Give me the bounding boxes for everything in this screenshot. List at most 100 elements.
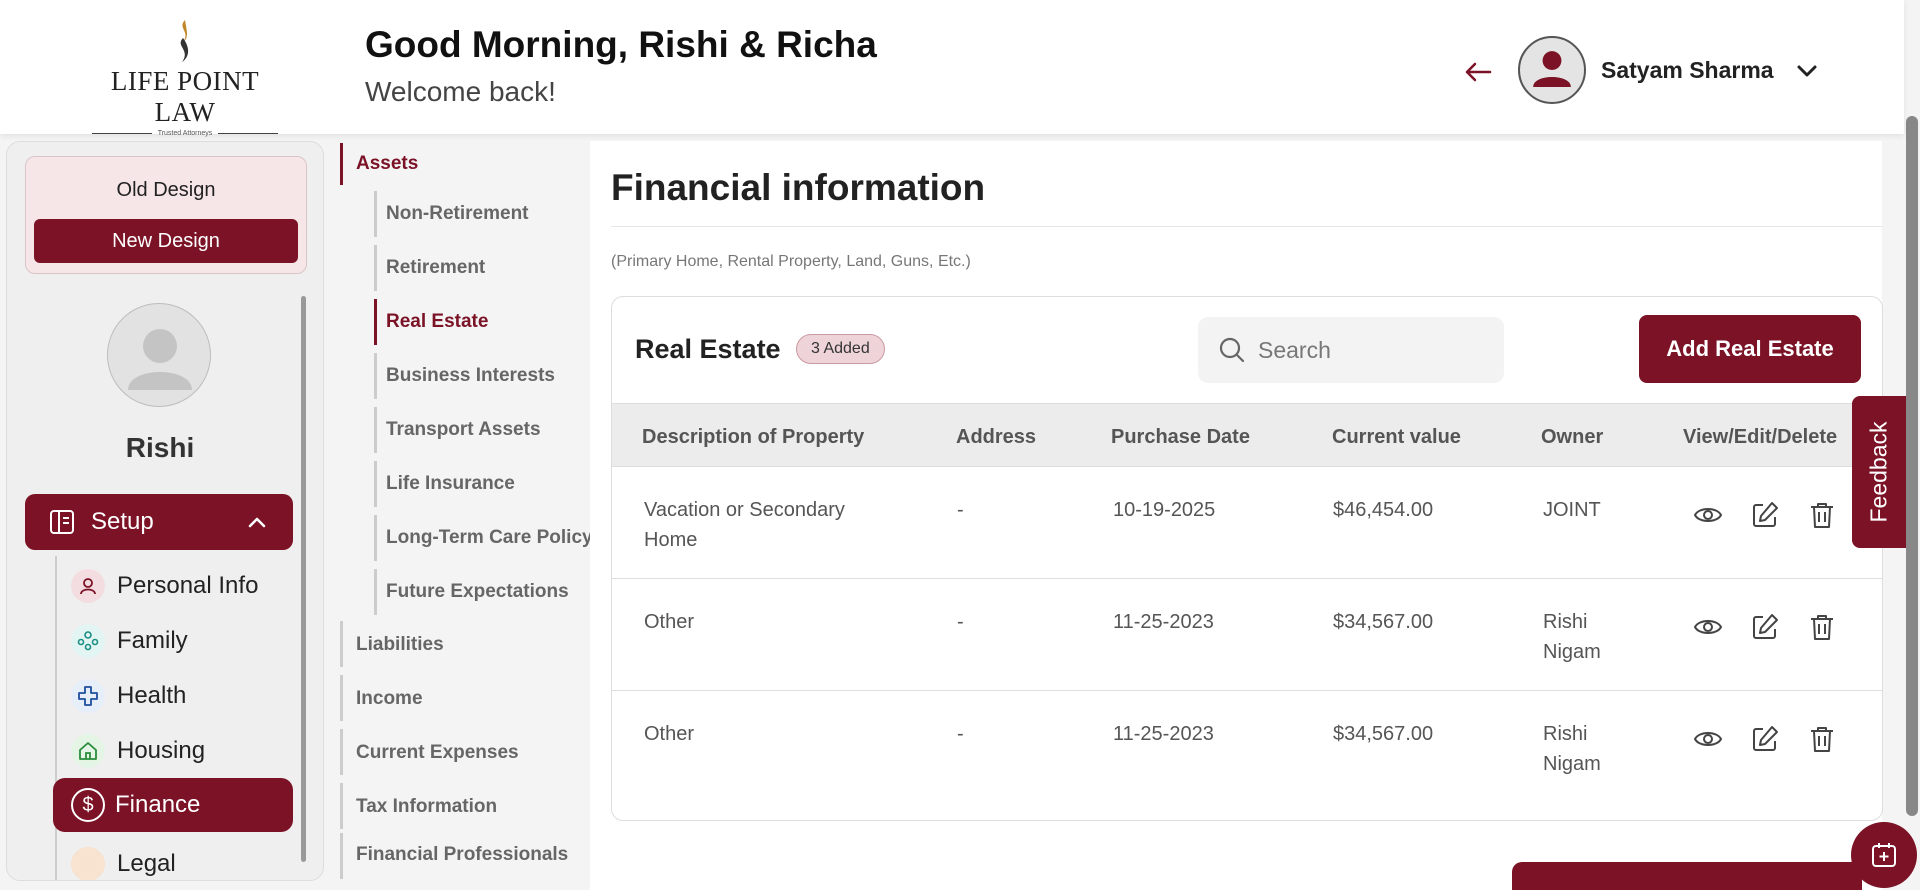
cell-date: 10-19-2025 [1113,499,1216,521]
cell-description: Other [644,611,695,633]
floating-add-button[interactable] [1851,822,1917,888]
new-design-button[interactable]: New Design [34,219,298,263]
main-content: Financial information (Primary Home, Ren… [590,141,1883,890]
sidebar-item-finance[interactable]: $ Finance [53,778,293,832]
cell-address: - [957,499,964,521]
chevron-down-icon[interactable] [1794,58,1820,84]
sidebar-item-legal[interactable]: Legal [71,840,176,880]
logo-text: LIFE POINT LAW [110,66,260,127]
eye-icon[interactable] [1692,499,1724,531]
setup-label: Setup [91,508,154,535]
card-title: Real Estate [635,334,781,364]
left-sidebar: Old Design New Design Rishi Setup Person… [6,141,324,881]
sidebar-item-label: Health [117,682,187,709]
bottom-action-button[interactable] [1512,862,1862,890]
cell-description: Other [644,723,695,745]
column-header[interactable]: Purchase Date [1111,426,1250,449]
house-icon [71,734,105,768]
person-icon [71,569,105,603]
book-icon [50,510,74,534]
user-name[interactable]: Satyam Sharma [1601,57,1774,84]
logo[interactable]: LIFE POINT LAW Trusted Attorneys [80,18,290,137]
column-header[interactable]: Current value [1332,426,1461,449]
profile-avatar [107,303,211,407]
sidebar-item-family[interactable]: Family [71,617,188,665]
eye-icon[interactable] [1692,723,1724,755]
financial-section-nav: Assets Non-Retirement Retirement Real Es… [336,141,593,881]
nav-tax-information[interactable]: Tax Information [356,796,497,818]
cell-value: $34,567.00 [1333,611,1434,633]
health-cross-icon [71,679,105,713]
nav-real-estate[interactable]: Real Estate [386,311,488,333]
column-header[interactable]: Description of Property [642,426,864,449]
cell-owner: Rishi Nigam [1543,611,1601,663]
cell-value: $46,454.00 [1333,499,1434,521]
nav-current-expenses[interactable]: Current Expenses [356,742,519,764]
user-avatar[interactable] [1518,36,1586,104]
nav-non-retirement[interactable]: Non-Retirement [386,203,529,225]
legal-icon [71,847,105,880]
search-box[interactable] [1198,317,1504,383]
page-scrollbar[interactable] [1906,116,1918,816]
cell-description: Vacation or Secondary Home [644,499,845,551]
sidebar-item-health[interactable]: Health [71,672,186,720]
nav-retirement[interactable]: Retirement [386,257,485,279]
trash-icon[interactable] [1806,723,1838,755]
nav-income[interactable]: Income [356,688,423,710]
user-silhouette-icon [1533,51,1571,87]
column-header[interactable]: View/Edit/Delete [1683,426,1837,449]
sidebar-item-label: Legal [117,850,176,877]
sidebar-item-housing[interactable]: Housing [71,727,205,775]
nav-transport-assets[interactable]: Transport Assets [386,419,541,441]
top-header: LIFE POINT LAW Trusted Attorneys Good Mo… [0,0,1904,137]
add-real-estate-button[interactable]: Add Real Estate [1639,315,1861,383]
page-title: Financial information [611,167,986,208]
search-input[interactable] [1258,336,1488,364]
column-header[interactable]: Address [956,426,1036,449]
cell-owner: Rishi Nigam [1543,723,1601,775]
sidebar-item-label: Family [117,627,188,654]
nav-business-interests[interactable]: Business Interests [386,365,555,387]
table-row: Vacation or Secondary Home - 10-19-2025 … [612,467,1882,579]
profile-name: Rishi [125,432,195,463]
family-icon [71,624,105,658]
nav-liabilities[interactable]: Liabilities [356,634,444,656]
sidebar-item-label: Finance [115,791,201,818]
feedback-label: Feedback [1865,421,1892,523]
dollar-icon: $ [71,788,105,822]
back-arrow-icon[interactable] [1462,52,1494,92]
nav-life-insurance[interactable]: Life Insurance [386,473,515,495]
feedback-tab[interactable]: Feedback [1852,396,1906,548]
real-estate-card: Real Estate 3 Added Add Real Estate Desc… [611,296,1883,821]
old-design-option[interactable]: Old Design [26,179,306,202]
sidebar-item-label: Housing [117,737,206,764]
edit-icon[interactable] [1749,499,1781,531]
calendar-plus-icon [1872,843,1896,867]
trash-icon[interactable] [1806,611,1838,643]
trash-icon[interactable] [1806,499,1838,531]
nav-assets[interactable]: Assets [356,153,418,175]
section-hint: (Primary Home, Rental Property, Land, Gu… [611,253,971,270]
table-header: Description of Property Address Purchase… [612,403,1882,467]
setup-menu-button[interactable]: Setup [25,494,293,550]
count-badge: 3 Added [796,334,885,364]
cell-value: $34,567.00 [1333,723,1434,745]
cell-address: - [957,723,964,745]
eye-icon[interactable] [1692,611,1724,643]
table-row: Other - 11-25-2023 $34,567.00 Rishi Niga… [612,579,1882,691]
sidebar-item-personal-info[interactable]: Personal Info [71,562,258,610]
sidebar-scrollbar[interactable] [301,296,306,862]
search-icon [1219,337,1245,363]
column-header[interactable]: Owner [1541,426,1603,449]
cell-owner: JOINT [1543,499,1601,521]
design-toggle: Old Design New Design [25,156,307,274]
sidebar-item-label: Personal Info [117,572,259,599]
welcome-subtitle: Welcome back! [365,76,556,107]
edit-icon[interactable] [1749,611,1781,643]
edit-icon[interactable] [1749,723,1781,755]
chevron-up-icon [248,517,266,528]
nav-financial-professionals[interactable]: Financial Professionals [356,844,568,866]
cell-date: 11-25-2023 [1113,611,1214,633]
nav-future-expectations[interactable]: Future Expectations [386,581,569,603]
nav-long-term-care-policy[interactable]: Long-Term Care Policy [386,527,593,549]
